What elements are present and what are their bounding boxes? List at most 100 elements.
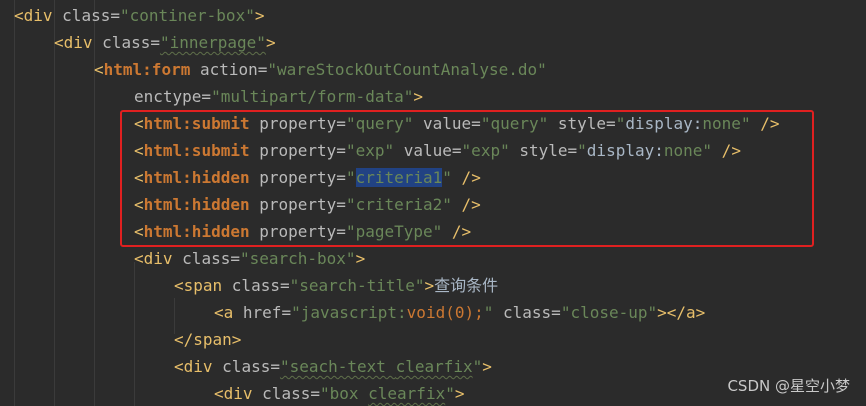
code-line: <html:form action="wareStockOutCountAnal… — [94, 56, 547, 83]
code-line: <html:submit property="query" value="que… — [134, 110, 779, 137]
attr-name: property= — [259, 195, 346, 214]
tag-close: > — [424, 276, 435, 295]
tag-name: html:hidden — [143, 222, 260, 241]
attr-name: class= — [182, 249, 240, 268]
tag-open: <div — [214, 384, 263, 403]
text-content: 查询条件 — [434, 276, 499, 295]
attr-value: "close-up" — [560, 303, 658, 322]
indent-guide — [54, 0, 55, 406]
tag-open: < — [134, 168, 144, 187]
code-line: <div class="innerpage"> — [54, 29, 276, 56]
tag-close: /> — [451, 168, 481, 187]
attr-name: property= — [259, 114, 346, 133]
attr-value: "multipart/form-data" — [211, 87, 414, 106]
attr-value: " — [615, 114, 626, 133]
attr-name: value= — [413, 114, 481, 133]
attr-value: " — [345, 168, 356, 187]
attr-value: " — [445, 384, 455, 403]
tag-open: < — [134, 222, 144, 241]
code-line: <html:hidden property="criteria2" /> — [134, 191, 481, 218]
attr-value: "query" — [345, 114, 414, 133]
js-args: (0); — [445, 303, 484, 322]
css-colon: : — [692, 114, 703, 133]
tag-name: html:hidden — [143, 195, 260, 214]
attr-value: " — [740, 114, 751, 133]
code-editor[interactable]: <div class="continer-box"> <div class="i… — [0, 0, 866, 406]
tag-open: <div — [54, 33, 103, 52]
tag-open: <div — [134, 249, 183, 268]
attr-value: "wareStockOutCountAnalyse.do" — [267, 60, 547, 79]
attr-value: "box — [319, 384, 369, 403]
attr-value: " — [577, 141, 587, 160]
tag-open: <div — [174, 357, 223, 376]
attr-value: " — [702, 141, 713, 160]
attr-value: "javascript: — [291, 303, 407, 322]
indent-guide — [14, 0, 15, 406]
tag-open: <div — [14, 6, 63, 25]
selected-text[interactable]: criteria1 — [355, 168, 443, 187]
css-value: none — [702, 114, 741, 133]
attr-value: "search-box" — [239, 249, 356, 268]
attr-value: clearfix — [368, 384, 446, 403]
code-line: </span> — [174, 326, 241, 353]
tag-close: /> — [451, 195, 481, 214]
attr-name: enctype= — [134, 87, 212, 106]
code-line: <a href="javascript:void(0);" class="clo… — [214, 299, 705, 326]
code-line: <div class="box clearfix"> — [214, 380, 464, 406]
attr-value: " — [472, 357, 483, 376]
tag-open: < — [134, 114, 144, 133]
js-keyword: void — [406, 303, 446, 322]
tag-name: html:form — [103, 60, 200, 79]
tag-close: </span> — [174, 330, 242, 349]
tag-open: < — [134, 141, 144, 160]
attr-name: style= — [548, 114, 616, 133]
css-colon: : — [654, 141, 664, 160]
attr-name: class= — [262, 384, 320, 403]
tag-name: html:submit — [143, 141, 260, 160]
attr-value: clearfix — [395, 357, 473, 376]
tag-close: > — [454, 384, 465, 403]
attr-value: "pageType" — [345, 222, 443, 241]
attr-name: class= — [62, 6, 120, 25]
attr-value: "exp" — [461, 141, 510, 160]
tag-close: /> — [712, 141, 741, 160]
code-line: <span class="search-title">查询条件 — [174, 272, 498, 299]
attr-value: "criteria2" — [345, 195, 452, 214]
tag-close: > — [482, 357, 492, 376]
indent-guide — [134, 262, 135, 406]
code-line: <div class="search-box"> — [134, 245, 365, 272]
attr-value: "innerpage" — [159, 33, 266, 52]
attr-name: class= — [231, 276, 290, 295]
attr-value: "query" — [480, 114, 549, 133]
attr-name: property= — [259, 222, 346, 241]
tag-close: > — [355, 249, 366, 268]
attr-name: property= — [259, 168, 346, 187]
tag-close: /> — [750, 114, 780, 133]
attr-name: class= — [222, 357, 280, 376]
tag-open: < — [94, 60, 104, 79]
attr-name: href= — [242, 303, 292, 322]
watermark: CSDN @星空小梦 — [727, 377, 850, 395]
tag-name: html:submit — [143, 114, 260, 133]
code-line: enctype="multipart/form-data"> — [134, 83, 423, 110]
tag-open: <a — [214, 303, 243, 322]
attr-value: " — [442, 168, 452, 187]
attr-name: class= — [102, 33, 160, 52]
code-line: <html:submit property="exp" value="exp" … — [134, 137, 741, 164]
tag-open: < — [134, 195, 144, 214]
css-property: display — [586, 141, 655, 160]
css-property: display — [625, 114, 693, 133]
attr-value: "continer-box" — [119, 6, 255, 25]
attr-name: property= — [259, 141, 346, 160]
attr-name: style= — [509, 141, 578, 160]
code-line: <html:hidden property="criteria1" /> — [134, 164, 481, 191]
tag-close: ></a> — [657, 303, 706, 322]
tag-name: html:hidden — [143, 168, 260, 187]
code-line: <div class="seach-text clearfix"> — [174, 353, 492, 380]
css-value: none — [663, 141, 703, 160]
tag-close: > — [265, 33, 276, 52]
tag-close: > — [254, 6, 265, 25]
attr-value: "seach-text — [279, 357, 396, 376]
attr-name: value= — [394, 141, 462, 160]
tag-close: /> — [442, 222, 472, 241]
